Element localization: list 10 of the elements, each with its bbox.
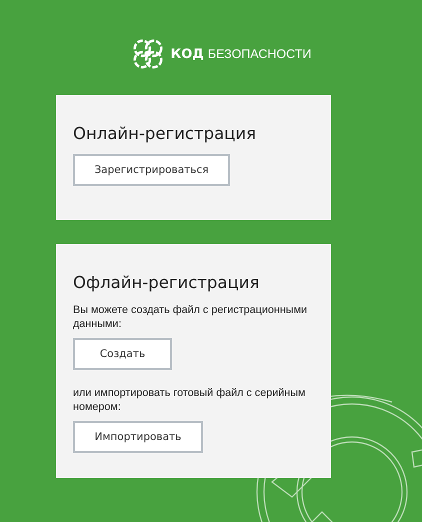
logo-brand: КОД	[170, 46, 204, 62]
section-title: Онлайн-регистрация	[73, 124, 256, 143]
action-button[interactable]: Импортировать	[73, 421, 203, 453]
logo-subtitle: БЕЗОПАСНОСТИ	[208, 47, 312, 61]
description-text: или импортировать готовый файл с серийным номером:	[73, 386, 306, 414]
description-text: Вы можете создать файл с регистрационными данными:	[73, 303, 308, 331]
action-button[interactable]: Создать	[73, 338, 172, 370]
logo-icon	[130, 37, 165, 71]
section-title: Офлайн-регистрация	[73, 273, 260, 292]
action-button[interactable]: Зарегистрироваться	[73, 154, 230, 186]
